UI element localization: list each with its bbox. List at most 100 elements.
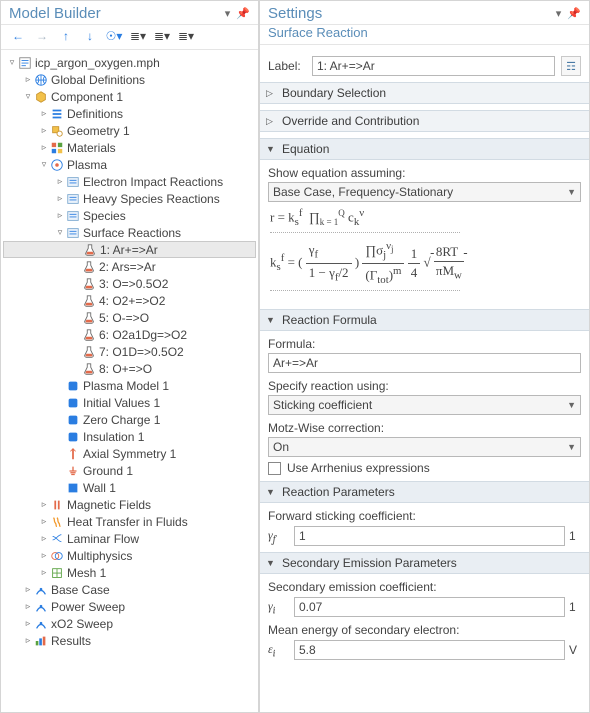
- settings-title: Settings: [268, 5, 556, 22]
- tree-item-results[interactable]: ▹Results: [3, 632, 256, 649]
- tree-item-1-ar-ar[interactable]: 1: Ar+=>Ar: [3, 241, 256, 258]
- model-builder-panel: Model Builder ▾ 📌 ← → ↑ ↓ ☉▾ ≣▾ ≣▾ ≣▾ ▿i…: [0, 0, 259, 713]
- chevron-right-icon[interactable]: ▹: [39, 125, 49, 136]
- tree-item-component-1[interactable]: ▿Component 1: [3, 88, 256, 105]
- tree-item-label: xO2 Sweep: [51, 617, 113, 631]
- comp-icon: [33, 90, 49, 104]
- tree-item-3-o-0-5o2[interactable]: 3: O=>0.5O2: [3, 275, 256, 292]
- motzwise-select[interactable]: On ▼: [268, 437, 581, 457]
- dropdown-icon[interactable]: ▾: [225, 7, 231, 20]
- show-equation-select[interactable]: Base Case, Frequency-Stationary ▼: [268, 182, 581, 202]
- collapse-button-3[interactable]: ≣▾: [175, 27, 197, 45]
- model-tree[interactable]: ▿icp_argon_oxygen.mph▹Global Definitions…: [1, 50, 258, 712]
- back-button[interactable]: ←: [7, 27, 29, 45]
- tree-item-power-sweep[interactable]: ▹Power Sweep: [3, 598, 256, 615]
- tree-item-multiphysics[interactable]: ▹Multiphysics: [3, 547, 256, 564]
- chevron-down-icon[interactable]: ▿: [39, 159, 49, 170]
- tree-item-4-o2-o2[interactable]: 4: O2+=>O2: [3, 292, 256, 309]
- tree-item-6-o2a1dg-o2[interactable]: 6: O2a1Dg=>O2: [3, 326, 256, 343]
- chevron-right-icon[interactable]: ▹: [23, 618, 33, 629]
- tree-item-mesh-1[interactable]: ▹ Mesh 1: [3, 564, 256, 581]
- tree-item-heavy-species-reactions[interactable]: ▹ Heavy Species Reactions: [3, 190, 256, 207]
- mean-energy-input[interactable]: [294, 640, 565, 660]
- chevron-down-icon[interactable]: ▿: [23, 91, 33, 102]
- specify-value: Sticking coefficient: [273, 398, 372, 412]
- gnd-icon: [65, 464, 81, 478]
- section-reaction-params[interactable]: ▼ Reaction Parameters: [260, 481, 589, 503]
- fwd-sticking-input[interactable]: [294, 526, 565, 546]
- pin-icon[interactable]: 📌: [236, 7, 250, 20]
- down-button[interactable]: ↓: [79, 27, 101, 45]
- tree-item-geometry-1[interactable]: ▹Geometry 1: [3, 122, 256, 139]
- sec-emission-label: Secondary emission coefficient:: [268, 580, 581, 594]
- tree-item-global-definitions[interactable]: ▹Global Definitions: [3, 71, 256, 88]
- section-override[interactable]: ▷ Override and Contribution: [260, 110, 589, 132]
- tree-item-7-o1d-0-5o2[interactable]: 7: O1D=>0.5O2: [3, 343, 256, 360]
- tree-item-wall-1[interactable]: Wall 1: [3, 479, 256, 496]
- chevron-right-icon[interactable]: ▹: [23, 74, 33, 85]
- up-button[interactable]: ↑: [55, 27, 77, 45]
- mesh-icon: [49, 566, 65, 580]
- chevron-right-icon[interactable]: ▹: [55, 176, 65, 187]
- tree-item-ground-1[interactable]: Ground 1: [3, 462, 256, 479]
- flask-icon: [81, 345, 97, 359]
- label-input[interactable]: [312, 56, 555, 76]
- tree-item-zero-charge-1[interactable]: Zero Charge 1: [3, 411, 256, 428]
- tree-item-xo2-sweep[interactable]: ▹ xO2 Sweep: [3, 615, 256, 632]
- section-secondary-emission[interactable]: ▼ Secondary Emission Parameters: [260, 552, 589, 574]
- chevron-right-icon[interactable]: ▹: [39, 516, 49, 527]
- goto-source-button[interactable]: ☶: [561, 56, 581, 76]
- tree-item-surface-reactions[interactable]: ▿Surface Reactions: [3, 224, 256, 241]
- tree-item-heat-transfer-in-fluids[interactable]: ▹Heat Transfer in Fluids: [3, 513, 256, 530]
- tree-item-species[interactable]: ▹Species: [3, 207, 256, 224]
- pin-icon[interactable]: 📌: [567, 7, 581, 20]
- tree-item-5-o-o[interactable]: 5: O-=>O: [3, 309, 256, 326]
- chevron-down-icon[interactable]: ▿: [7, 57, 17, 68]
- chevron-right-icon[interactable]: ▹: [55, 193, 65, 204]
- tree-item-definitions[interactable]: ▹Definitions: [3, 105, 256, 122]
- tree-item-electron-impact-reactions[interactable]: ▹Electron Impact Reactions: [3, 173, 256, 190]
- chevron-right-icon[interactable]: ▹: [23, 584, 33, 595]
- tree-item-label: Heavy Species Reactions: [83, 192, 220, 206]
- chevron-right-icon[interactable]: ▹: [39, 567, 49, 578]
- iv-icon: [65, 396, 81, 410]
- chevron-right-icon[interactable]: ▹: [39, 533, 49, 544]
- tree-item-initial-values-1[interactable]: Initial Values 1: [3, 394, 256, 411]
- section-equation[interactable]: ▼ Equation: [260, 138, 589, 160]
- show-button[interactable]: ☉▾: [103, 27, 125, 45]
- dropdown-icon[interactable]: ▾: [556, 7, 562, 20]
- tree-item-materials[interactable]: ▹Materials: [3, 139, 256, 156]
- model-builder-title: Model Builder: [9, 5, 225, 22]
- collapse-button-1[interactable]: ≣▾: [127, 27, 149, 45]
- chevron-down-icon[interactable]: ▿: [55, 227, 65, 238]
- chevron-right-icon[interactable]: ▹: [23, 635, 33, 646]
- tree-item-plasma[interactable]: ▿Plasma: [3, 156, 256, 173]
- sec-emission-input[interactable]: [294, 597, 565, 617]
- chevron-right-icon[interactable]: ▹: [39, 499, 49, 510]
- tree-item-label: 7: O1D=>0.5O2: [99, 345, 184, 359]
- section-reaction-formula[interactable]: ▼ Reaction Formula: [260, 309, 589, 331]
- tree-item-8-o-o[interactable]: 8: O+=>O: [3, 360, 256, 377]
- tree-item-laminar-flow[interactable]: ▹Laminar Flow: [3, 530, 256, 547]
- surf-icon: [65, 226, 81, 240]
- chevron-right-icon[interactable]: ▹: [39, 108, 49, 119]
- tree-item-label: Mesh 1: [67, 566, 106, 580]
- formula-input[interactable]: [268, 353, 581, 373]
- chevron-right-icon[interactable]: ▹: [39, 550, 49, 561]
- tree-item-icp-argon-oxygen-mph[interactable]: ▿icp_argon_oxygen.mph: [3, 54, 256, 71]
- tree-item-2-ars-ar[interactable]: 2: Ars=>Ar: [3, 258, 256, 275]
- chevron-right-icon[interactable]: ▹: [39, 142, 49, 153]
- tree-item-plasma-model-1[interactable]: Plasma Model 1: [3, 377, 256, 394]
- forward-button[interactable]: →: [31, 27, 53, 45]
- specify-select[interactable]: Sticking coefficient ▼: [268, 395, 581, 415]
- tree-item-insulation-1[interactable]: Insulation 1: [3, 428, 256, 445]
- chevron-down-icon: ▼: [567, 400, 576, 410]
- chevron-right-icon[interactable]: ▹: [55, 210, 65, 221]
- arrhenius-checkbox[interactable]: [268, 462, 281, 475]
- tree-item-magnetic-fields[interactable]: ▹Magnetic Fields: [3, 496, 256, 513]
- tree-item-base-case[interactable]: ▹Base Case: [3, 581, 256, 598]
- collapse-button-2[interactable]: ≣▾: [151, 27, 173, 45]
- tree-item-axial-symmetry-1[interactable]: Axial Symmetry 1: [3, 445, 256, 462]
- chevron-right-icon[interactable]: ▹: [23, 601, 33, 612]
- section-boundary-selection[interactable]: ▷ Boundary Selection: [260, 82, 589, 104]
